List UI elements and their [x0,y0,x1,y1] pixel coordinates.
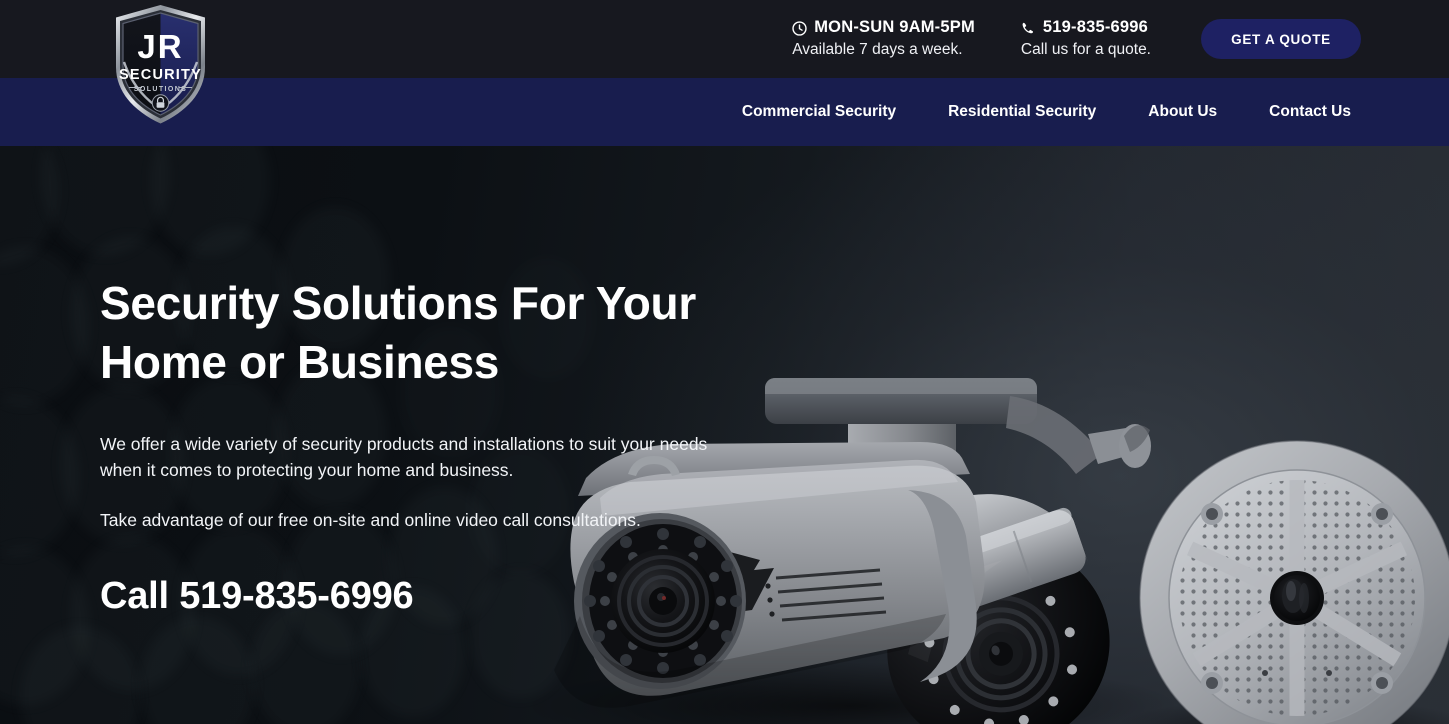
phone-block[interactable]: 519-835-6996 Call us for a quote. [1007,18,1165,59]
page-root: MON-SUN 9AM-5PM Available 7 days a week.… [0,0,1449,724]
top-utility-bar: MON-SUN 9AM-5PM Available 7 days a week.… [0,0,1449,78]
hero-call-phone[interactable]: Call 519-835-6996 [100,575,800,618]
nav-list: Commercial Security Residential Security… [716,78,1351,146]
hero-paragraph-2: Take advantage of our free on-site and o… [100,509,641,530]
site-logo[interactable]: JR SECURITY SOLUTIONS [109,2,212,130]
nav-item-commercial-security[interactable]: Commercial Security [716,78,922,146]
hero-content: Security Solutions For Your Home or Busi… [100,146,800,618]
phone-number-label[interactable]: 519-835-6996 [1043,18,1148,38]
get-a-quote-button[interactable]: GET A QUOTE [1201,19,1361,59]
business-hours-line: MON-SUN 9AM-5PM [792,18,975,38]
shield-lock-icon [151,94,170,112]
logo-text-jr: JR [137,28,183,65]
hero-section: Security Solutions For Your Home or Busi… [0,146,1449,724]
nav-item-residential-security[interactable]: Residential Security [922,78,1122,146]
main-navigation-bar: Commercial Security Residential Security… [0,78,1449,146]
ceiling-camera [1139,440,1449,724]
phone-line[interactable]: 519-835-6996 [1021,18,1151,38]
business-hours-sub: Available 7 days a week. [792,41,963,59]
business-hours-label: MON-SUN 9AM-5PM [814,18,975,37]
hero-headline: Security Solutions For Your Home or Busi… [100,277,696,388]
logo-text-security: SECURITY [119,67,202,83]
logo-text-solutions: SOLUTIONS [134,86,187,93]
phone-sub: Call us for a quote. [1020,41,1151,59]
nav-item-contact-us[interactable]: Contact Us [1243,78,1351,146]
clock-icon [792,21,807,36]
hero-paragraph-1: We offer a wide variety of security prod… [100,433,708,480]
nav-item-about-us[interactable]: About Us [1122,78,1243,146]
business-hours-block: MON-SUN 9AM-5PM Available 7 days a week. [778,18,989,59]
phone-icon [1021,21,1036,36]
topbar-content: MON-SUN 9AM-5PM Available 7 days a week.… [778,0,1361,78]
